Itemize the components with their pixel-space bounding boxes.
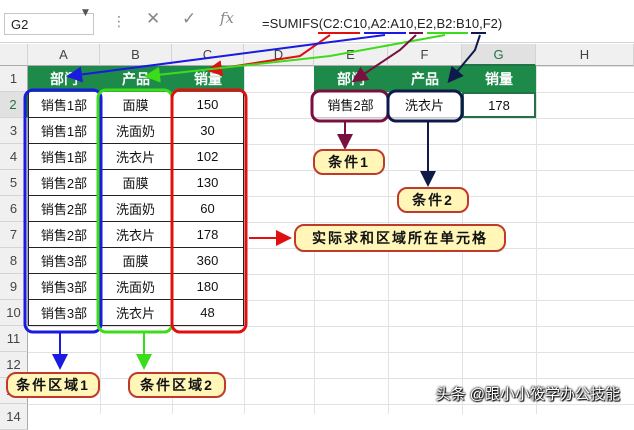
callout-criteria-range-2: 条件区域2 bbox=[128, 372, 226, 398]
sum-range-outline bbox=[170, 88, 248, 334]
condition-2-outline bbox=[386, 89, 464, 123]
callout-sum-range: 实际求和区域所在单元格 bbox=[294, 224, 506, 252]
annotation-overlay bbox=[23, 32, 486, 370]
callout-condition-1: 条件1 bbox=[313, 149, 385, 175]
callout-criteria-range-1: 条件区域1 bbox=[6, 372, 100, 398]
criteria-range-1-outline bbox=[23, 88, 103, 334]
condition-1-outline bbox=[310, 89, 390, 123]
arrow-range2 bbox=[144, 34, 446, 83]
arrow-sum-range bbox=[206, 34, 331, 77]
arrow-condition-2 bbox=[447, 34, 481, 84]
criteria-range-2-outline bbox=[96, 88, 174, 334]
callout-condition-2: 条件2 bbox=[397, 187, 469, 213]
watermark: 头条 @跟小小筱学办公技能 bbox=[435, 386, 620, 403]
